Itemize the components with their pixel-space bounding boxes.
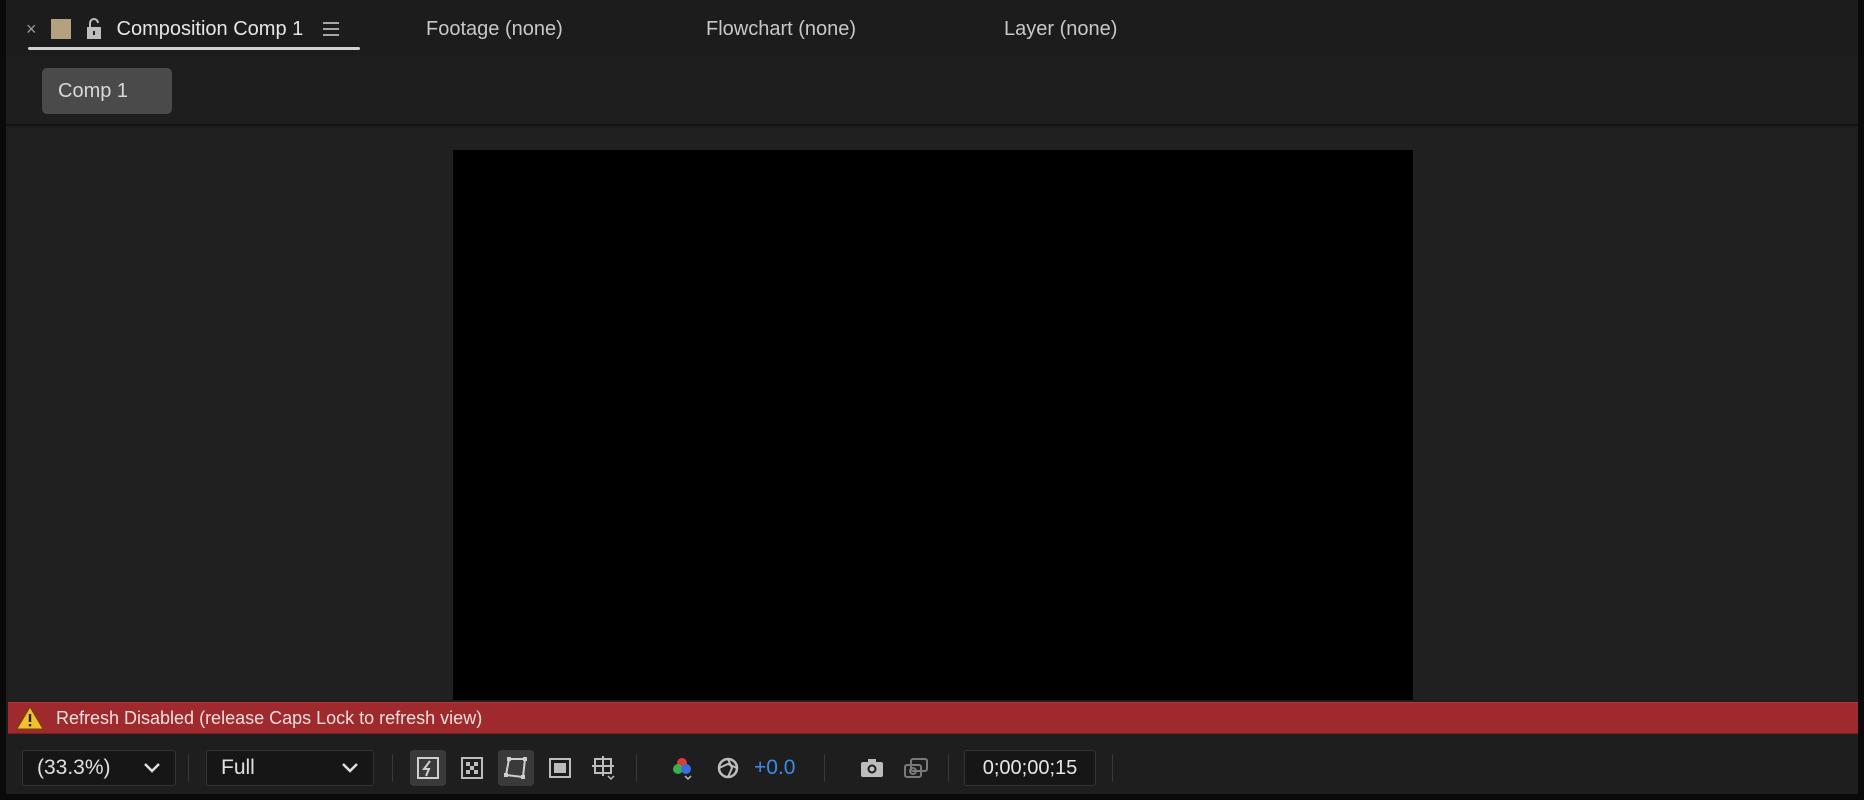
composition-panel: × Composition Comp 1 Footage (none) Flow… — [6, 0, 1858, 794]
grid-guides-icon[interactable] — [586, 750, 622, 786]
warning-icon — [16, 706, 44, 730]
chevron-down-icon — [144, 763, 160, 773]
region-of-interest-icon[interactable] — [542, 750, 578, 786]
panel-menu-icon[interactable] — [323, 22, 340, 36]
toolbar-divider — [1112, 754, 1113, 782]
current-time-display[interactable]: 0;00;00;15 — [964, 750, 1096, 786]
active-tab-indicator — [28, 47, 360, 50]
viewer-toolbar: (33.3%) Full +0.0 0;00;00;15 — [6, 742, 1858, 794]
toolbar-divider — [392, 754, 393, 782]
tab-label: Composition Comp 1 — [116, 17, 304, 40]
chevron-down-icon — [342, 763, 358, 773]
snapshot-icon[interactable] — [854, 750, 890, 786]
show-snapshot-icon[interactable] — [898, 750, 934, 786]
tab-layer[interactable]: Layer (none) — [1004, 16, 1117, 42]
composition-navigator: Comp 1 — [6, 56, 1858, 126]
label-color-swatch[interactable] — [50, 19, 71, 39]
warning-text: Refresh Disabled (release Caps Lock to r… — [56, 707, 483, 728]
toolbar-divider — [824, 754, 825, 782]
show-channel-icon[interactable] — [664, 750, 700, 786]
lock-icon[interactable] — [85, 18, 103, 40]
transparency-grid-icon[interactable] — [454, 750, 490, 786]
toolbar-divider — [636, 754, 637, 782]
panel-tab-bar: × Composition Comp 1 Footage (none) Flow… — [6, 0, 1858, 56]
magnification-dropdown[interactable]: (33.3%) — [22, 750, 176, 786]
comp-canvas[interactable] — [453, 150, 1413, 700]
toolbar-divider — [948, 754, 949, 782]
breadcrumb-comp[interactable]: Comp 1 — [42, 68, 172, 114]
mask-visibility-icon[interactable] — [498, 750, 534, 786]
exposure-value[interactable]: +0.0 — [754, 756, 795, 780]
reset-exposure-icon[interactable] — [710, 750, 746, 786]
tab-flowchart[interactable]: Flowchart (none) — [706, 16, 856, 42]
tab-composition[interactable]: × Composition Comp 1 — [26, 16, 340, 42]
composition-viewer[interactable] — [6, 128, 1858, 700]
magnification-value: (33.3%) — [37, 756, 111, 779]
refresh-disabled-banner: Refresh Disabled (release Caps Lock to r… — [8, 702, 1858, 734]
toolbar-divider — [188, 754, 189, 782]
resolution-value: Full — [221, 756, 255, 779]
resolution-dropdown[interactable]: Full — [206, 750, 374, 786]
tab-footage[interactable]: Footage (none) — [426, 16, 563, 42]
fast-previews-icon[interactable] — [410, 750, 446, 786]
close-icon[interactable]: × — [26, 19, 37, 40]
